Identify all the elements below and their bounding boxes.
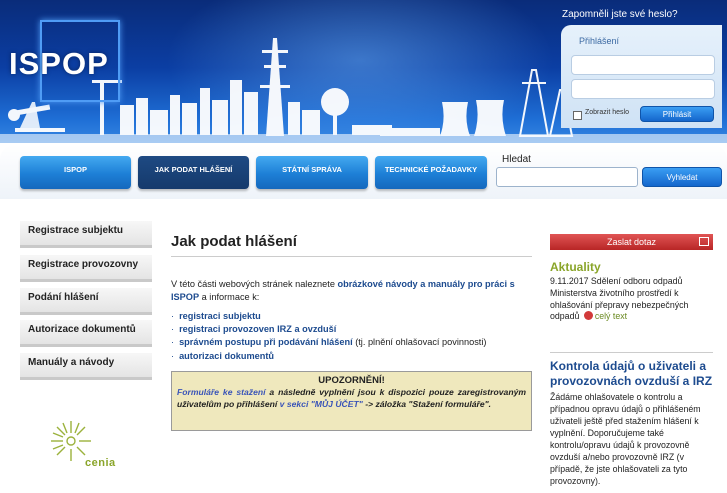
kontrola-text: Žádáme ohlašovatele o kontrolu a případn… <box>550 392 701 486</box>
login-label: Přihlášení <box>579 36 620 46</box>
notice-title: UPOZORNĚNÍ! <box>318 375 385 386</box>
news-title: Aktuality <box>550 260 601 274</box>
tab-technicke-pozadavky[interactable]: TECHNICKÉ POŽADAVKY <box>375 156 487 189</box>
news-read-more-link[interactable]: celý text <box>595 311 627 321</box>
intro-text-2: a informace k: <box>199 292 260 302</box>
my-account-link[interactable]: v sekci "MŮJ ÚČET" <box>280 399 363 409</box>
page-title: Jak podat hlášení <box>171 233 297 250</box>
list-item: · registraci provozoven IRZ a ovzduší <box>171 323 486 336</box>
link-spravny-postup[interactable]: správném postupu při podávání hlášení <box>179 337 353 347</box>
username-input[interactable] <box>571 55 715 75</box>
intro-text-1: V této části webových stránek naleznete <box>171 279 338 289</box>
news-item: 9.11.2017 Sdělení odboru odpadů Minister… <box>550 276 698 323</box>
title-divider <box>171 256 532 257</box>
list-item: · registraci subjektu <box>171 310 486 323</box>
sidebar-item-registrace-subjektu[interactable]: Registrace subjektu <box>20 221 152 248</box>
list-item: · autorizaci dokumentů <box>171 350 486 363</box>
login-button[interactable]: Přihlásit <box>640 106 714 122</box>
tab-jak-podat-hlaseni[interactable]: JAK PODAT HLÁŠENÍ <box>138 156 249 189</box>
kontrola-title[interactable]: Kontrola údajů o uživateli a provozovnác… <box>550 359 720 388</box>
cenia-logo-text[interactable]: cenia <box>85 457 116 469</box>
notice-box: UPOZORNĚNÍ! Formuláře ke stažení a násle… <box>171 371 532 431</box>
send-question-button[interactable]: Zaslat dotaz <box>550 234 713 250</box>
list-item: · správném postupu při podávání hlášení (… <box>171 336 486 349</box>
sidebar-item-manualy-a-navody[interactable]: Manuály a návody <box>20 353 152 380</box>
login-panel: Přihlášení Zobrazit heslo Přihlásit <box>561 25 722 128</box>
password-input[interactable] <box>571 79 715 99</box>
search-input[interactable] <box>496 167 638 187</box>
sidebar-item-registrace-provozovny[interactable]: Registrace provozovny <box>20 255 152 282</box>
bullet-icon: · <box>171 350 175 361</box>
sidebar-item-autorizace-dokumentu[interactable]: Autorizace dokumentů <box>20 320 152 347</box>
sidebar-item-podani-hlaseni[interactable]: Podání hlášení <box>20 288 152 315</box>
forms-download-link[interactable]: Formuláře ke stažení <box>177 387 266 397</box>
link-autorizace-dokumentu[interactable]: autorizaci dokumentů <box>179 351 274 361</box>
news-date: 9.11.2017 <box>550 276 589 286</box>
site-header: ISPOP Zapomněli jste své heslo? Přihláše… <box>0 0 727 150</box>
link-registrace-provozoven[interactable]: registraci provozoven IRZ a ovzduší <box>179 324 336 334</box>
notice-text-4: -> záložka "Stažení formuláře". <box>362 399 492 409</box>
tab-ispop[interactable]: ISPOP <box>20 156 131 189</box>
arrow-right-icon <box>583 311 593 321</box>
tab-statni-sprava[interactable]: STÁTNÍ SPRÁVA <box>256 156 368 189</box>
intro-paragraph: V této části webových stránek naleznete … <box>171 278 533 304</box>
search-label: Hledat <box>502 154 531 165</box>
send-question-label: Zaslat dotaz <box>606 237 657 247</box>
bullet-icon: · <box>171 324 175 335</box>
forgot-password-link[interactable]: Zapomněli jste své heslo? <box>562 9 678 20</box>
show-password-checkbox[interactable] <box>573 111 582 120</box>
notice-body: Formuláře ke stažení a následně vyplnění… <box>177 386 526 410</box>
topic-links-list: · registraci subjektu · registraci provozo… <box>171 310 486 363</box>
right-divider <box>550 352 713 353</box>
link-registrace-subjektu[interactable]: registraci subjektu <box>179 311 261 321</box>
bullet-icon: · <box>171 311 175 321</box>
bullet-icon: · <box>171 337 175 348</box>
link-suffix: (tj. plnění ohlašovací povinnosti) <box>352 337 487 348</box>
show-password-label: Zobrazit heslo <box>585 109 629 116</box>
search-button[interactable]: Vyhledat <box>642 167 722 187</box>
external-link-icon <box>699 237 709 246</box>
ispop-logo[interactable]: ISPOP <box>9 46 109 82</box>
